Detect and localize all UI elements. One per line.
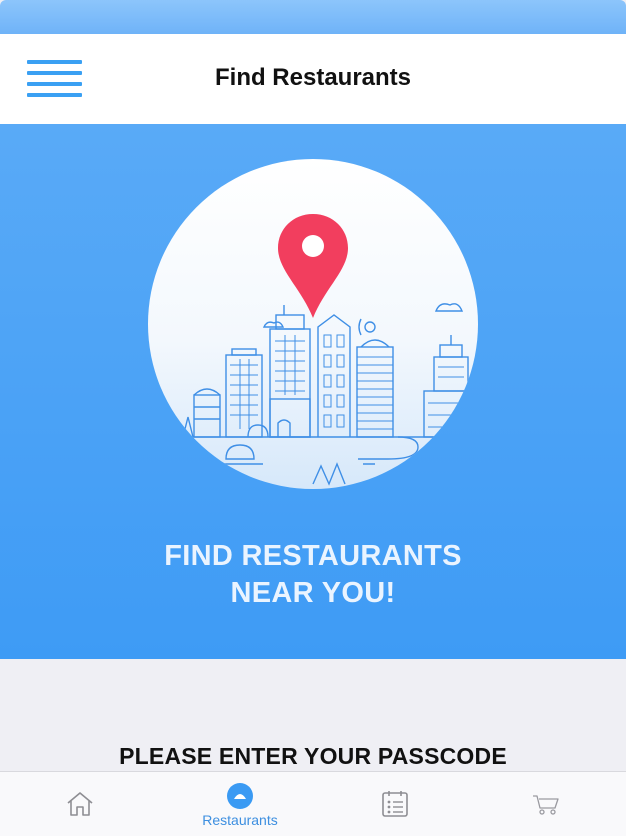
- tab-menu[interactable]: [317, 772, 473, 836]
- tab-restaurants[interactable]: Restaurants: [162, 772, 318, 836]
- hero-line-2: NEAR YOU!: [230, 577, 396, 609]
- city-illustration: [148, 159, 478, 489]
- status-bar: [0, 0, 626, 34]
- tab-cart[interactable]: [468, 772, 624, 836]
- home-icon: [67, 792, 93, 816]
- hero-banner: FIND RESTAURANTS NEAR YOU!: [0, 124, 626, 659]
- hero-headline: FIND RESTAURANTS NEAR YOU!: [0, 538, 626, 612]
- menu-list-icon: [382, 791, 408, 817]
- passcode-prompt: PLEASE ENTER YOUR PASSCODE: [119, 743, 507, 769]
- hero-line-1: FIND RESTAURANTS: [164, 540, 462, 572]
- restaurants-icon: [227, 783, 253, 809]
- tab-bar: Restaurants: [0, 771, 626, 836]
- tab-home[interactable]: [2, 772, 158, 836]
- passcode-section: PLEASE ENTER YOUR PASSCODE: [0, 659, 626, 771]
- cart-icon: [533, 795, 559, 815]
- navigation-bar: Find Restaurants: [0, 34, 626, 124]
- tab-restaurants-label: Restaurants: [202, 812, 278, 828]
- page-title: Find Restaurants: [214, 64, 412, 91]
